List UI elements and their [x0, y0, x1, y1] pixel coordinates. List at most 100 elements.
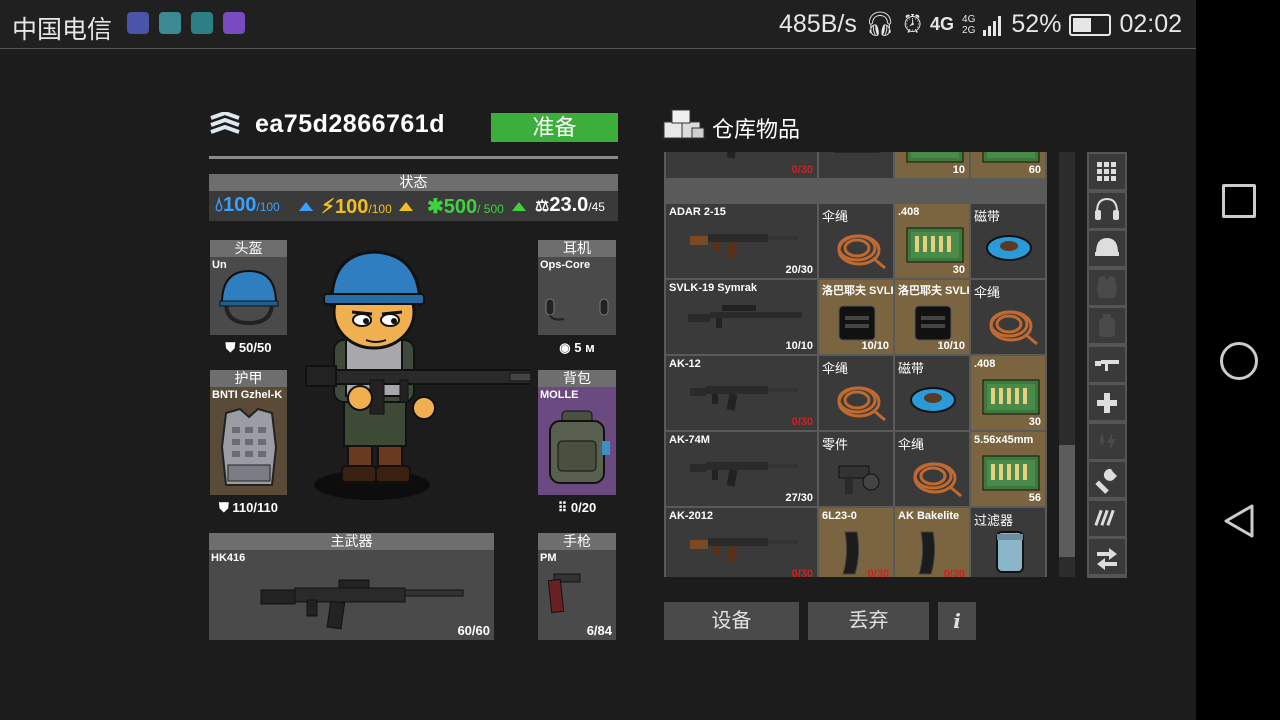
helmet-slot-title: 头盔	[210, 240, 287, 257]
pistol-slot[interactable]: 手枪 PM 6/84	[538, 533, 616, 640]
weight-icon: ⚖︎	[535, 198, 550, 215]
category-ammo-button[interactable]	[1089, 500, 1125, 536]
item-rope-icon	[913, 462, 962, 498]
backpack-slot[interactable]: 背包 MOLLE	[538, 370, 616, 495]
warehouse-item[interactable]: AK-2012 0/30	[666, 508, 817, 577]
warehouse-item[interactable]: 零件	[819, 432, 893, 506]
warehouse-item[interactable]: 伞绳	[819, 356, 893, 430]
item-quantity: 60	[1028, 164, 1041, 176]
warehouse-item[interactable]: 伞绳	[971, 280, 1045, 354]
item-name: 洛巴耶夫 SVLK	[898, 285, 969, 297]
consumables-icon	[1100, 433, 1116, 451]
item-quantity: 0/30	[867, 568, 889, 577]
warehouse-item[interactable]: 过滤器	[971, 508, 1045, 577]
category-medkit-button[interactable]	[1089, 385, 1125, 420]
armor-slot[interactable]: 护甲 BNTI Gzhel-K	[210, 370, 287, 495]
warehouse-item[interactable]: 洛巴耶夫 SVLK 10/10	[895, 280, 969, 354]
warehouse-boxes-icon	[663, 109, 705, 139]
water-drop-icon: 💧︎	[215, 194, 223, 216]
item-name: AK-12	[669, 358, 701, 370]
back-button[interactable]	[1222, 503, 1256, 539]
headset-icon	[1095, 197, 1119, 220]
home-button[interactable]	[1220, 342, 1258, 380]
ready-button[interactable]: 准备	[491, 113, 618, 142]
info-button[interactable]: i	[938, 602, 976, 640]
water-stat: 💧︎100/100	[215, 194, 280, 216]
primary-weapon-ammo: 60/60	[457, 623, 490, 638]
item-quantity: 10	[952, 164, 965, 176]
header-divider	[209, 156, 618, 159]
pistol-name: PM	[540, 552, 557, 564]
item-parts-icon	[838, 465, 880, 494]
signal-labels: 4G 2G	[962, 13, 976, 36]
backpack-capacity: ⠿ 0/20	[557, 500, 597, 515]
backpack-name: MOLLE	[540, 389, 579, 401]
warehouse-item[interactable]: 伞绳	[819, 204, 893, 278]
armor-item-icon	[220, 407, 278, 486]
headset-item-icon	[545, 298, 609, 321]
discard-button[interactable]: 丢弃	[808, 602, 929, 640]
item-name: SVLK-19 Symrak	[669, 282, 758, 294]
helmet-slot[interactable]: 头盔 Un	[210, 240, 287, 335]
headset-range: ◉ 5 м	[559, 340, 595, 355]
warehouse-item[interactable]: .408 30	[895, 204, 969, 278]
category-headset-button[interactable]	[1089, 192, 1125, 228]
warehouse-scroll-thumb[interactable]	[1059, 445, 1075, 557]
equip-button[interactable]: 设备	[664, 602, 799, 640]
item-name: 磁带	[898, 361, 925, 376]
category-rifle-button[interactable]	[1089, 346, 1125, 382]
item-rifle-icon	[726, 152, 738, 159]
shield-icon: ⛊	[225, 340, 236, 355]
item-name: 5.56x45mm	[974, 434, 1034, 446]
warehouse-item[interactable]: AK-12 0/30	[666, 356, 817, 430]
warehouse-item[interactable]: 5.56x45mm 56	[971, 432, 1045, 506]
pistol-slot-title: 手枪	[538, 533, 616, 550]
category-wrench-button[interactable]	[1089, 462, 1125, 497]
warehouse-item[interactable]: 伞绳	[895, 432, 969, 506]
item-name: ADAR 2-15	[669, 206, 726, 218]
pistol-item-icon	[547, 573, 581, 614]
item-rifle-icon	[690, 386, 798, 411]
warehouse-item[interactable]: SVLK-19 Symrak 10/10	[666, 280, 817, 354]
warehouse-item[interactable]: 0/30	[666, 152, 817, 178]
grid-icon	[1097, 161, 1116, 181]
item-tools-icon	[834, 152, 880, 153]
headset-name: Ops-Core	[540, 259, 591, 271]
item-name: 伞绳	[822, 361, 849, 376]
warehouse-item[interactable]: 洛巴耶夫 SVLK 10/10	[819, 280, 893, 354]
warehouse-item[interactable]: .408 30	[971, 356, 1045, 430]
health-cross-icon: ✱	[427, 196, 444, 218]
carrier-label: 中国电信	[12, 16, 113, 44]
android-status-bar: 中国电信 485B/s 🎧︎ ⏰︎ 4G 4G 2G 52% 02:02	[0, 0, 1196, 49]
shield-icon: ⛊	[219, 500, 229, 515]
warehouse-item[interactable]: ADAR 2-15 20/30	[666, 204, 817, 278]
range-icon: ◉	[559, 340, 571, 355]
category-grid-button[interactable]	[1089, 154, 1125, 189]
warehouse-item[interactable]: 60	[971, 152, 1045, 178]
item-tape-icon	[986, 235, 1032, 261]
item-quantity: 20/30	[785, 264, 813, 276]
health-up-arrow-icon	[512, 202, 526, 211]
warehouse-item[interactable]: 磁带	[971, 204, 1045, 278]
category-helmet-button[interactable]	[1089, 231, 1125, 266]
warehouse-item[interactable]	[819, 152, 893, 178]
item-name: 伞绳	[974, 285, 1001, 300]
item-quantity: 0/30	[943, 568, 965, 577]
warehouse-item[interactable]: 6L23-0 0/30	[819, 508, 893, 577]
warehouse-item[interactable]: 10	[895, 152, 969, 178]
warehouse-item[interactable]: 磁带	[895, 356, 969, 430]
category-swap-button[interactable]	[1089, 539, 1125, 574]
primary-weapon-slot[interactable]: 主武器 HK416 60/60	[209, 533, 494, 640]
headset-slot[interactable]: 耳机 Ops-Core	[538, 240, 616, 335]
item-quantity: 30	[1028, 416, 1041, 428]
warehouse-item[interactable]: AK Bakelite 0/30	[895, 508, 969, 577]
net-type: 4G	[930, 14, 955, 34]
status-row: 💧︎100/100 ⚡︎100/100 ✱500/ 500 ⚖︎23.0/45	[209, 191, 618, 221]
warehouse-grid[interactable]: 0/30 10 60 ADAR 2-15 20/30 伞绳 .408 30 磁带 SVLK-19 …	[664, 152, 1047, 577]
recents-button[interactable]	[1222, 184, 1256, 218]
warehouse-item[interactable]: AK-74M 27/30	[666, 432, 817, 506]
headset-slot-title: 耳机	[538, 240, 616, 257]
gallery-app-icon	[159, 12, 181, 34]
warehouse-title: 仓库物品	[712, 117, 801, 142]
player-character	[305, 250, 530, 500]
